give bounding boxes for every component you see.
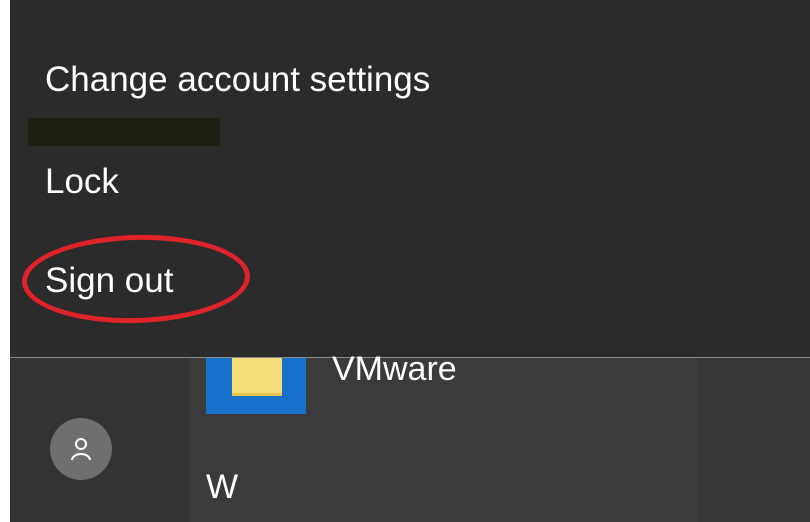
lock-label: Lock	[45, 162, 119, 201]
folder-icon	[232, 358, 282, 396]
user-avatar-icon[interactable]	[50, 418, 112, 480]
sign-out-item[interactable]: Sign out	[10, 249, 810, 313]
change-account-settings-item[interactable]: Change account settings	[10, 48, 810, 112]
section-header-w[interactable]: W	[206, 470, 238, 504]
start-right-strip	[698, 358, 810, 522]
sign-out-label: Sign out	[45, 261, 174, 300]
start-menu-list: VMware W	[10, 352, 810, 522]
account-context-menu: Change account settings Lock Sign out	[10, 0, 810, 358]
lock-item[interactable]: Lock	[10, 150, 810, 214]
change-account-settings-label: Change account settings	[45, 60, 431, 99]
vmware-app-label[interactable]: VMware	[332, 352, 457, 386]
redacted-block	[28, 118, 220, 146]
vmware-app-tile[interactable]	[206, 358, 306, 414]
person-icon	[71, 438, 91, 461]
screen: Change account settings Lock Sign out VM…	[0, 0, 810, 522]
screenshot-edge	[0, 0, 10, 522]
